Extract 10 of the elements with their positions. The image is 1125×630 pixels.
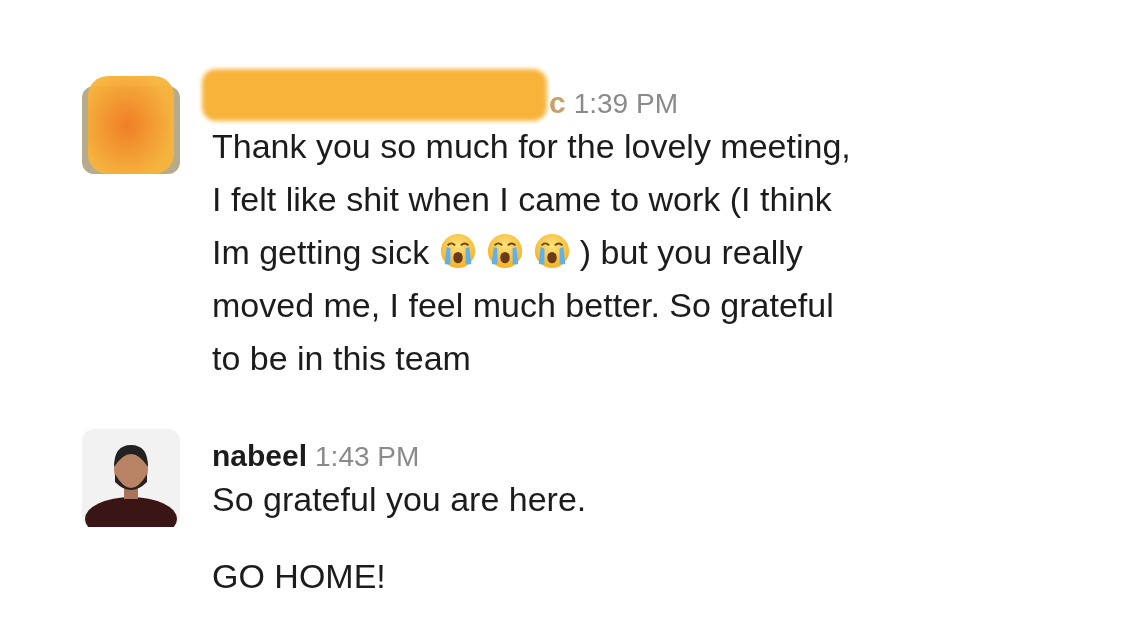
crying-face-icon [532, 232, 571, 270]
crying-face-icon [485, 232, 524, 270]
author-name[interactable]: c [549, 86, 566, 120]
crying-face-icon [438, 232, 477, 270]
message-text: So grateful you are here. [212, 479, 587, 520]
message-text: GO HOME! [212, 556, 387, 597]
author-name[interactable]: nabeel [212, 439, 308, 473]
timestamp[interactable]: 1:43 PM [315, 441, 420, 473]
message-text: Thank you so much for the lovely meeting, I felt like shit when I came to work (I think Im getting sick ) but you really moved me, I feel much better. So grateful to be in this team [212, 126, 851, 379]
timestamp[interactable]: 1:39 PM [573, 88, 678, 120]
